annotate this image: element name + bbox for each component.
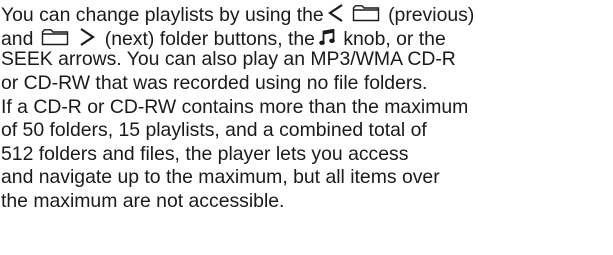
text-line-2-b: (next) folder buttons, the	[104, 28, 315, 50]
chevron-right-icon	[78, 27, 96, 47]
text-line-1-b: (previous)	[388, 4, 475, 26]
text-line-2-a: and	[1, 28, 34, 50]
folder-icon	[352, 5, 380, 22]
text-line-4: or CD-RW that was recorded using no file…	[1, 72, 428, 94]
text-line-6: of 50 folders, 15 playlists, and a combi…	[1, 119, 427, 141]
music-note-icon	[319, 29, 335, 46]
text-line-2-c: knob, or the	[343, 28, 446, 50]
text-line-1-a: You can change playlists by using the	[1, 4, 324, 26]
manual-page: You can change playlists by using the (p…	[0, 0, 613, 255]
text-line-9: the maximum are not accessible.	[1, 190, 285, 212]
folder-icon	[41, 29, 69, 46]
text-line-7: 512 folders and files, the player lets y…	[1, 143, 409, 165]
text-line-1: You can change playlists by using the (p…	[1, 1, 474, 28]
text-line-3: SEEK arrows. You can also play an MP3/WM…	[1, 48, 456, 70]
text-line-5: If a CD-R or CD-RW contains more than th…	[1, 96, 469, 118]
chevron-left-icon	[327, 3, 345, 23]
text-line-8: and navigate up to the maximum, but all …	[1, 166, 440, 188]
